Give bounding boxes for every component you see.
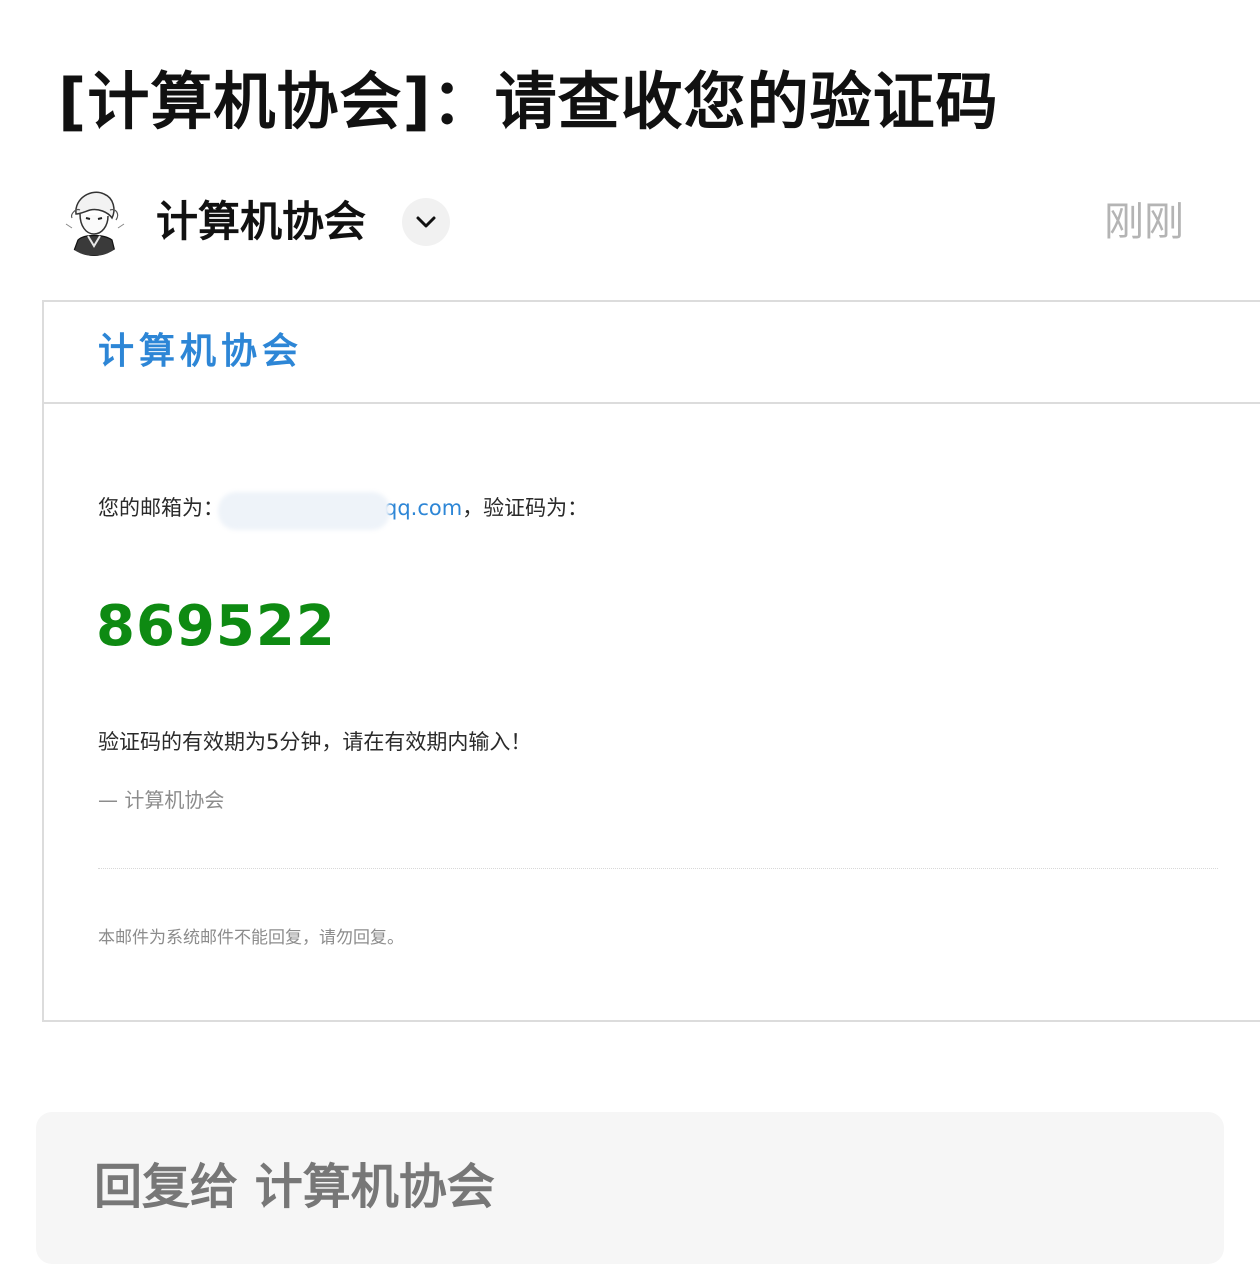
footer-divider bbox=[98, 868, 1218, 869]
email-prefix-text: 您的邮箱为： bbox=[98, 496, 224, 520]
email-subject: [计算机协会]：请查收您的验证码 bbox=[58, 65, 999, 138]
redacted-email-mask bbox=[218, 492, 390, 530]
email-address-link[interactable]: qq.com bbox=[218, 492, 463, 530]
received-time: 刚刚 bbox=[1104, 199, 1184, 245]
sender-avatar[interactable] bbox=[58, 184, 130, 256]
sketch-character-avatar-icon bbox=[58, 184, 130, 256]
validity-text: 验证码的有效期为5分钟，请在有效期内输入！ bbox=[98, 730, 532, 754]
system-mail-note: 本邮件为系统邮件不能回复，请勿回复。 bbox=[98, 928, 404, 948]
sender-row: 计算机协会 刚刚 bbox=[58, 182, 1198, 262]
email-address-line: 您的邮箱为： qq.com，验证码为： bbox=[98, 492, 589, 530]
email-domain-text: qq.com bbox=[384, 496, 463, 520]
reply-input[interactable]: 回复给 计算机协会 bbox=[36, 1112, 1224, 1264]
reply-placeholder: 回复给 计算机协会 bbox=[94, 1159, 495, 1215]
sender-name[interactable]: 计算机协会 bbox=[156, 194, 366, 250]
email-suffix-text: ，验证码为： bbox=[462, 496, 589, 520]
verification-code: 869522 bbox=[96, 594, 336, 659]
signature-text: — 计算机协会 bbox=[98, 788, 225, 812]
email-body-header: 计算机协会 bbox=[44, 302, 1260, 404]
brand-title: 计算机协会 bbox=[98, 331, 304, 372]
chevron-down-icon bbox=[416, 216, 436, 228]
email-body-card: 计算机协会 您的邮箱为： qq.com，验证码为： 869522 验证码的有效期为… bbox=[42, 300, 1260, 1022]
expand-sender-button[interactable] bbox=[402, 198, 450, 246]
